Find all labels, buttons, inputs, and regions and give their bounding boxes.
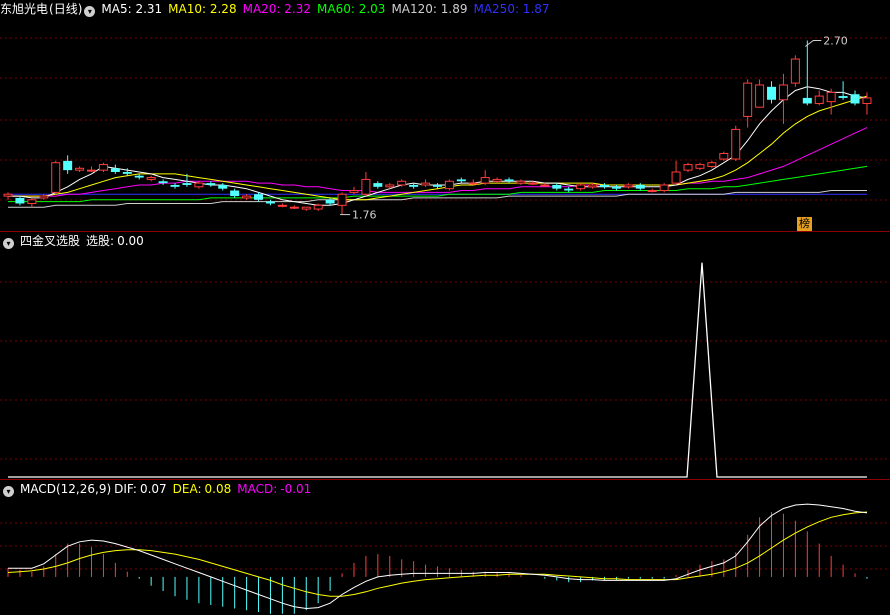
candle-body: [385, 184, 395, 188]
candle-body: [552, 184, 562, 189]
candle-body: [289, 206, 299, 209]
candle-body: [134, 175, 144, 178]
candle-body: [254, 194, 264, 200]
candle-body: [277, 204, 287, 207]
candle-body: [576, 184, 586, 190]
candle-body: [265, 201, 275, 204]
candle-body: [564, 188, 574, 191]
signal-panel[interactable]: ▾ 四金叉选股 选股: 0.00: [0, 232, 890, 479]
candle-body: [158, 181, 168, 184]
candle-body: [647, 190, 657, 193]
candle-body: [516, 180, 526, 184]
candle-body: [635, 184, 645, 189]
candle-body: [170, 184, 180, 187]
candle-body: [778, 84, 788, 101]
candle-body: [456, 179, 466, 182]
candle-body: [826, 91, 836, 103]
candle-body: [75, 167, 85, 171]
candle-body: [87, 169, 97, 172]
candle-body: [337, 193, 347, 206]
candle-body: [361, 178, 371, 195]
candle-body: [695, 164, 705, 169]
candle-body: [218, 184, 228, 189]
candle-body: [671, 171, 681, 184]
candle-body: [707, 162, 717, 167]
macd-chart[interactable]: [0, 480, 890, 615]
candle-body: [838, 96, 848, 98]
candle-body: [850, 94, 860, 104]
candle-body: [719, 152, 729, 160]
candle-body: [242, 195, 252, 199]
candle-body: [230, 190, 240, 197]
signal-chart[interactable]: [0, 232, 890, 479]
candle-body: [814, 95, 824, 104]
candle-body: [731, 128, 741, 160]
candle-body: [206, 183, 216, 185]
candle-body: [301, 206, 311, 210]
candle-body: [767, 86, 777, 100]
candle-body: [743, 82, 753, 117]
candle-body: [325, 199, 335, 204]
candle-body: [313, 204, 323, 210]
dea-line: [7, 511, 868, 597]
ma120-line: [8, 190, 867, 208]
candle-body: [468, 182, 478, 185]
candle-body: [182, 183, 192, 185]
candle-body: [349, 190, 359, 193]
macd-panel[interactable]: ▾ MACD(12,26,9) DIF: 0.07 DEA: 0.08 MACD: -0.01: [0, 480, 890, 615]
dif-line: [8, 503, 868, 610]
candle-body: [659, 184, 669, 192]
candle-body: [528, 182, 538, 185]
candle-body: [600, 184, 609, 187]
candle-body: [862, 97, 872, 104]
candle-body: [373, 183, 383, 187]
candle-body: [39, 195, 49, 199]
low-label: 1.76: [352, 209, 377, 222]
candle-body: [623, 184, 633, 188]
candle-body: [15, 197, 25, 204]
candle-body: [110, 168, 120, 172]
candle-body: [3, 193, 13, 197]
candle-body: [432, 184, 442, 187]
candle-body: [504, 179, 514, 182]
candle-body: [540, 184, 550, 187]
candle-body: [98, 164, 108, 171]
candle-body: [194, 182, 204, 188]
candle-body: [790, 58, 800, 84]
candle-body: [611, 186, 621, 189]
candle-body: [122, 172, 132, 174]
candle-body: [63, 160, 73, 171]
candle-body: [683, 164, 693, 171]
candle-body: [51, 162, 61, 193]
price-chart[interactable]: 2.70 1.76: [0, 0, 890, 231]
candle-body: [802, 97, 812, 104]
candle-body: [409, 184, 419, 187]
candle-body: [27, 199, 37, 204]
signal-line: [8, 262, 867, 478]
price-panel[interactable]: 东旭光电(日线) ▾ MA5: 2.31 MA10: 2.28 MA20: 2.32 MA…: [0, 0, 890, 231]
candle-body: [444, 180, 454, 190]
candle-body: [146, 177, 156, 180]
candle-body: [421, 182, 431, 186]
candle-body: [480, 177, 490, 184]
candle-body: [588, 184, 598, 188]
high-label: 2.70: [823, 35, 848, 48]
candle-body: [755, 84, 765, 108]
candle-body: [492, 178, 502, 182]
rank-badge[interactable]: 榜: [797, 217, 812, 231]
candle-body: [397, 180, 407, 186]
